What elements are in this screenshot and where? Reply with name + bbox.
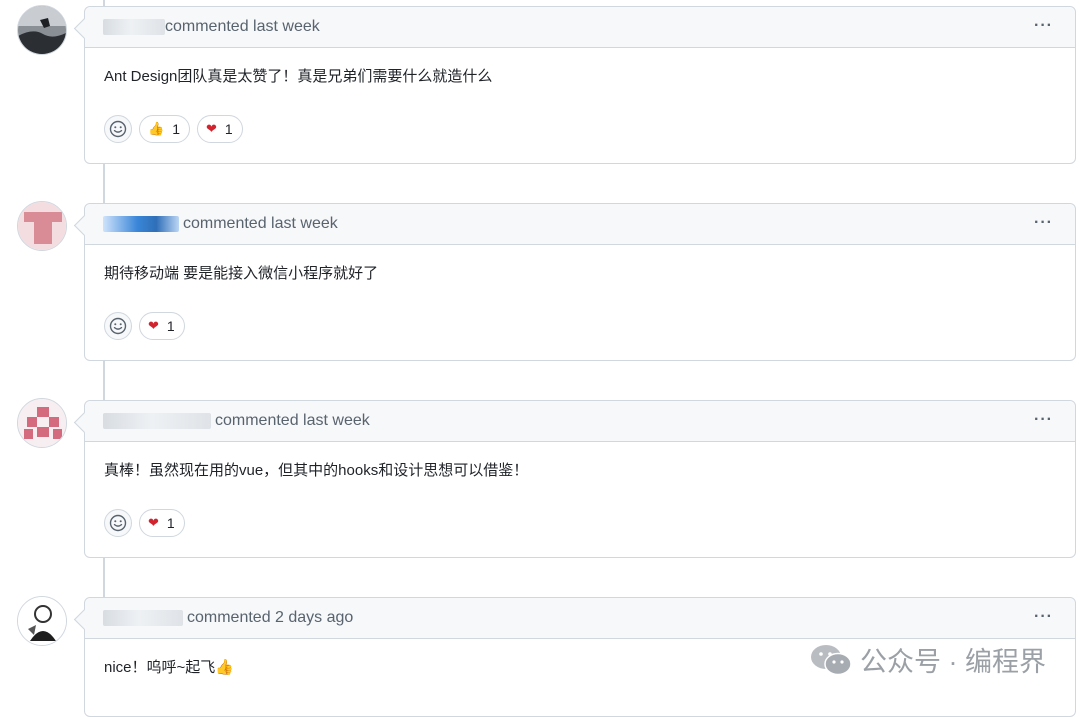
add-reaction-button[interactable] (104, 312, 132, 340)
smiley-icon (109, 120, 127, 138)
reaction-count: 1 (224, 121, 233, 137)
more-options-icon[interactable]: ··· (1034, 608, 1053, 626)
reaction-count: 1 (172, 121, 180, 137)
reactions-bar: ❤ 1 (104, 312, 185, 340)
comment-body: 真棒！虽然现在用的vue，但其中的hooks和设计思想可以借鉴！ (104, 462, 529, 479)
comment-meta[interactable]: commented 2 days ago (187, 609, 353, 627)
smiley-icon (109, 317, 127, 335)
author-name[interactable] (103, 610, 183, 626)
avatar[interactable] (17, 398, 67, 448)
comment-card: commented last week ··· 期待移动端 要是能接入微信小程序… (84, 203, 1076, 361)
comment-body: Ant Design团队真是太赞了！真是兄弟们需要什么就造什么 (104, 68, 493, 85)
add-reaction-button[interactable] (104, 115, 132, 143)
comment-card: commented last week ··· Ant Design团队真是太赞… (84, 6, 1076, 164)
watermark: 公众号 · 编程界 (810, 640, 1046, 679)
author-name[interactable] (103, 19, 165, 35)
more-options-icon[interactable]: ··· (1034, 411, 1053, 429)
comment-meta[interactable]: commented last week (165, 18, 320, 36)
more-options-icon[interactable]: ··· (1034, 17, 1053, 35)
reaction-heart[interactable]: ❤ 1 (139, 509, 185, 537)
watermark-text: 公众号 · 编程界 (860, 647, 1046, 677)
comment-header: commented 2 days ago ··· (85, 598, 1075, 639)
comment-header: commented last week ··· (85, 7, 1075, 48)
comment-card: commented last week ··· 真棒！虽然现在用的vue，但其中… (84, 400, 1076, 558)
reaction-count: 1 (166, 515, 175, 531)
more-options-icon[interactable]: ··· (1034, 214, 1053, 232)
reactions-bar: ❤ 1 (104, 509, 185, 537)
reactions-bar: 👍 1 ❤ 1 (104, 115, 243, 143)
heart-icon: ❤ (148, 318, 159, 334)
comment-body: 期待移动端 要是能接入微信小程序就好了 (104, 265, 379, 282)
avatar[interactable] (17, 5, 67, 55)
heart-icon: ❤ (205, 121, 217, 137)
comment-meta[interactable]: commented last week (215, 412, 370, 430)
smiley-icon (109, 514, 127, 532)
reaction-heart[interactable]: ❤ 1 (196, 115, 243, 143)
author-name[interactable] (103, 413, 211, 429)
author-name[interactable] (103, 216, 179, 232)
thumbs-up-icon: 👍 (148, 121, 165, 137)
comment-meta[interactable]: commented last week (183, 215, 338, 233)
reaction-heart[interactable]: ❤ 1 (139, 312, 185, 340)
add-reaction-button[interactable] (104, 509, 132, 537)
comment-header: commented last week ··· (85, 401, 1075, 442)
reaction-thumbs-up[interactable]: 👍 1 (139, 115, 190, 143)
reaction-count: 1 (166, 318, 175, 334)
avatar[interactable] (17, 201, 67, 251)
avatar[interactable] (17, 596, 67, 646)
comment-header: commented last week ··· (85, 204, 1075, 245)
heart-icon: ❤ (148, 515, 159, 531)
wechat-icon (811, 644, 852, 675)
